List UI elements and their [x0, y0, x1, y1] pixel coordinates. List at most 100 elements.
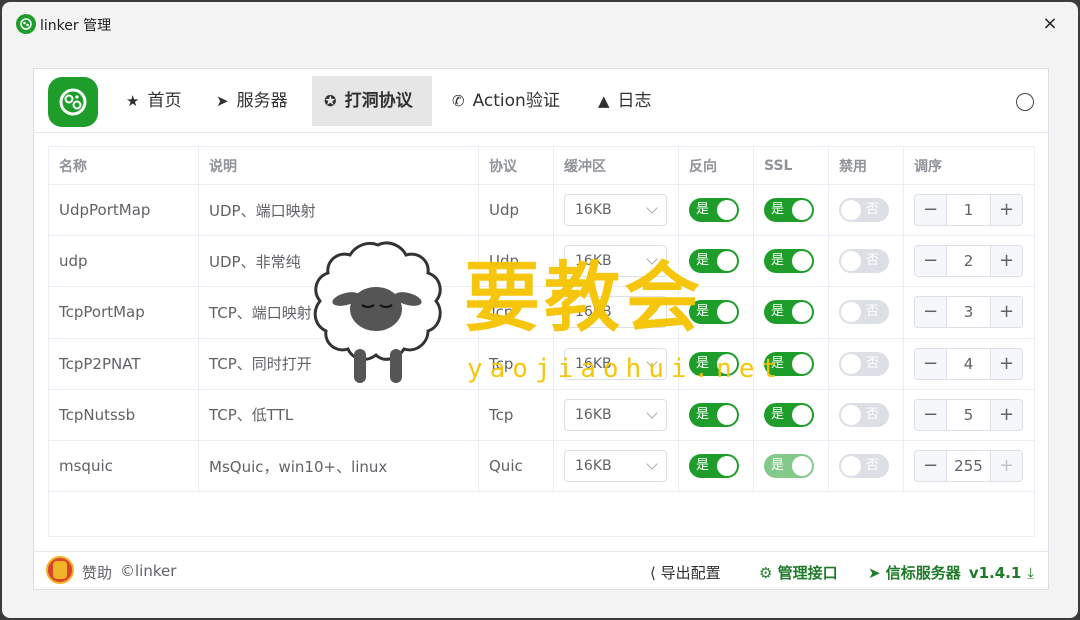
reverse-switch[interactable]: 是: [689, 454, 739, 479]
increment-button[interactable]: +: [990, 348, 1022, 379]
chevron-down-icon: [646, 407, 658, 419]
decrement-button[interactable]: −: [915, 399, 947, 430]
order-stepper[interactable]: −3 +: [914, 296, 1023, 329]
cell-buffer: 16KB: [554, 441, 679, 492]
header-cell: 反向: [679, 147, 754, 184]
order-value[interactable]: 3: [947, 297, 990, 327]
ssl-switch[interactable]: 是: [764, 402, 814, 427]
disable-switch[interactable]: 否: [839, 198, 889, 223]
nav-item-logs[interactable]: ▲ 日志: [586, 76, 664, 126]
buffer-select[interactable]: 16KB: [564, 398, 667, 431]
nav-item-action[interactable]: ✆ Action验证: [440, 76, 572, 126]
order-stepper[interactable]: −1 +: [914, 194, 1023, 227]
header-cell: 缓冲区: [554, 147, 679, 184]
cell-name: TcpP2PNAT: [49, 338, 199, 389]
nav-item-servers[interactable]: ➤ 服务器: [204, 76, 300, 126]
ssl-switch[interactable]: 是: [764, 454, 814, 479]
order-stepper[interactable]: −255 +: [914, 450, 1023, 483]
switch-label: 是: [696, 202, 710, 218]
decrement-button[interactable]: −: [915, 451, 947, 482]
cell-buffer: 16KB: [554, 389, 679, 440]
switch-label: 否: [866, 253, 880, 269]
header-cell: 调序: [914, 158, 942, 175]
sponsor-link[interactable]: 赞助: [82, 562, 112, 583]
increment-button[interactable]: +: [990, 399, 1022, 430]
signal-server-button[interactable]: ➤ 信标服务器 v1.4.1 ⤓: [868, 562, 1034, 583]
cell-reverse: 是: [679, 441, 754, 492]
cell-order: −4 +: [904, 339, 1034, 389]
cell-buffer: 16KB: [554, 185, 679, 236]
app-window: linker 管理 × ★ 首页 ➤ 服务器 ✪ 打洞协议 ✆ Action验证 ▲ 日志…: [2, 2, 1078, 618]
decrement-button[interactable]: −: [915, 297, 947, 328]
decrement-button[interactable]: −: [915, 246, 947, 277]
switch-label: 是: [771, 253, 785, 269]
theme-toggle-icon[interactable]: [1016, 93, 1034, 111]
table-row: UdpPortMap UDP、端口映射 Udp 16KB 是 是 否 −1 +: [49, 185, 1034, 237]
cell-ssl: 是: [754, 185, 829, 236]
download-icon[interactable]: ⤓: [1027, 564, 1034, 582]
increment-button[interactable]: +: [990, 451, 1022, 482]
nav-label-hole-punch: 打洞协议: [344, 91, 413, 111]
order-value[interactable]: 5: [947, 400, 990, 430]
nav-item-hole-punch[interactable]: ✪ 打洞协议: [312, 76, 432, 126]
cell-desc: UDP、端口映射: [199, 185, 479, 236]
nav-item-home[interactable]: ★ 首页: [114, 76, 193, 126]
increment-button[interactable]: +: [990, 195, 1022, 226]
warning-icon: ▲: [598, 92, 610, 110]
cell-name: udp: [49, 236, 199, 287]
close-button[interactable]: ×: [1038, 12, 1062, 36]
switch-label: 是: [771, 304, 785, 320]
cell-name: TcpPortMap: [49, 287, 199, 338]
watermark-sheep-icon: [313, 241, 442, 383]
cell-ssl: 是: [754, 389, 829, 440]
manage-api-button[interactable]: ⚙ 管理接口: [759, 562, 838, 583]
reverse-switch[interactable]: 是: [689, 198, 739, 223]
cell-name: UdpPortMap: [49, 185, 199, 236]
table-row: TcpNutssb TCP、低TTL Tcp 16KB 是 是 否 −5 +: [49, 389, 1034, 441]
cell-ssl: 是: [754, 441, 829, 492]
nav-label-logs: 日志: [617, 91, 652, 111]
disable-switch[interactable]: 否: [839, 402, 889, 427]
switch-label: 否: [866, 406, 880, 422]
share-icon: ⟨: [650, 564, 661, 582]
send-icon: ➤: [216, 92, 229, 110]
disable-switch[interactable]: 否: [839, 300, 889, 325]
cell-order: −3 +: [904, 287, 1034, 337]
cell-ssl: 是: [754, 236, 829, 287]
decrement-button[interactable]: −: [915, 348, 947, 379]
switch-label: 否: [866, 355, 880, 371]
disable-switch[interactable]: 否: [839, 454, 889, 479]
disable-switch[interactable]: 否: [839, 249, 889, 274]
ssl-switch[interactable]: 是: [764, 198, 814, 223]
increment-button[interactable]: +: [990, 246, 1022, 277]
version-text: v1.4.1: [968, 564, 1022, 582]
order-value[interactable]: 2: [947, 246, 990, 276]
cell-reverse: 是: [679, 389, 754, 440]
switch-label: 是: [771, 406, 785, 422]
ssl-switch[interactable]: 是: [764, 300, 814, 325]
switch-label: 否: [866, 304, 880, 320]
disable-switch[interactable]: 否: [839, 351, 889, 376]
order-value[interactable]: 1: [947, 195, 990, 225]
decrement-button[interactable]: −: [915, 195, 947, 226]
sponsor-icon[interactable]: [46, 556, 74, 584]
order-stepper[interactable]: −4 +: [914, 347, 1023, 380]
send-icon: ➤: [868, 564, 886, 582]
chevron-down-icon: [646, 458, 658, 470]
increment-button[interactable]: +: [990, 297, 1022, 328]
reverse-switch[interactable]: 是: [689, 402, 739, 427]
buffer-select[interactable]: 16KB: [564, 450, 667, 483]
header-cell: 名称: [49, 147, 199, 184]
header-cell: 禁用: [829, 147, 904, 184]
order-stepper[interactable]: −2 +: [914, 245, 1023, 278]
switch-label: 是: [696, 458, 710, 474]
export-config-button[interactable]: ⟨ 导出配置: [650, 562, 721, 583]
brand-logo-icon[interactable]: [48, 77, 98, 127]
order-value[interactable]: 4: [947, 349, 990, 379]
order-value[interactable]: 255: [947, 451, 990, 481]
cell-disabled: 否: [829, 287, 904, 338]
ssl-switch[interactable]: 是: [764, 249, 814, 274]
order-stepper[interactable]: −5 +: [914, 398, 1023, 431]
cell-desc: TCP、低TTL: [199, 389, 479, 440]
buffer-select[interactable]: 16KB: [564, 194, 667, 227]
